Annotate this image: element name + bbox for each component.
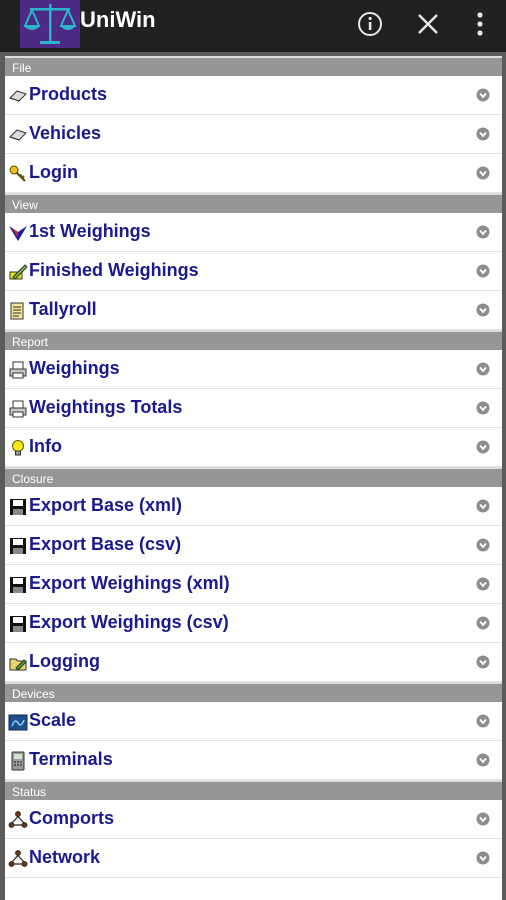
menu-item-export-base-xml[interactable]: Export Base (xml) — [5, 487, 502, 526]
terminal-icon — [8, 751, 28, 771]
more-vert-icon — [477, 12, 483, 36]
chevron-down-icon[interactable] — [476, 714, 490, 728]
network-icon — [8, 849, 28, 869]
chevron-down-icon[interactable] — [476, 264, 490, 278]
floppy-icon — [8, 614, 28, 634]
chevron-down-icon[interactable] — [476, 753, 490, 767]
menu-item-label: Export Weighings (csv) — [29, 612, 229, 632]
close-button[interactable] — [410, 6, 446, 42]
menu-item-info[interactable]: Info — [5, 428, 502, 467]
chevron-down-icon[interactable] — [476, 88, 490, 102]
menu-item-label: Info — [29, 436, 62, 456]
menu-item-label: Export Base (csv) — [29, 534, 182, 554]
menu-item-export-weighings-csv[interactable]: Export Weighings (csv) — [5, 604, 502, 643]
chevron-down-icon[interactable] — [476, 499, 490, 513]
menu-item-label: Login — [29, 162, 78, 182]
floppy-icon — [8, 575, 28, 595]
document-icon — [8, 301, 28, 321]
chevron-down-icon[interactable] — [476, 225, 490, 239]
menu-item-label: Weighings — [29, 358, 120, 378]
app-logo — [20, 0, 80, 48]
menu-item-login[interactable]: Login — [5, 154, 502, 193]
menu-item-weightings-totals[interactable]: Weightings Totals — [5, 389, 502, 428]
chevron-down-icon[interactable] — [476, 538, 490, 552]
menu-item-logging[interactable]: Logging — [5, 643, 502, 682]
floppy-icon — [8, 497, 28, 517]
chevron-down-icon[interactable] — [476, 440, 490, 454]
floppy-icon — [8, 536, 28, 556]
v-arrow-icon — [8, 223, 28, 243]
folder-pencil-icon — [8, 653, 28, 673]
menu-item-label: Terminals — [29, 749, 113, 769]
section-header-devices: Devices — [5, 682, 502, 702]
menu-item-label: Network — [29, 847, 101, 867]
info-icon — [358, 12, 382, 36]
menu-item-label: Export Base (xml) — [29, 495, 183, 515]
printer-icon — [8, 399, 28, 419]
app-bar: UniWin — [0, 0, 506, 52]
menu-item-vehicles[interactable]: Vehicles — [5, 115, 502, 154]
chevron-down-icon[interactable] — [476, 362, 490, 376]
chevron-down-icon[interactable] — [476, 166, 490, 180]
menu-list: File Products Vehicles Login View 1st Weighin… — [5, 56, 502, 900]
menu-item-finished-weighings[interactable]: Finished Weighings — [5, 252, 502, 291]
chevron-down-icon[interactable] — [476, 655, 490, 669]
pencil-icon — [8, 262, 28, 282]
section-header-status: Status — [5, 780, 502, 800]
menu-item-export-weighings-xml[interactable]: Export Weighings (xml) — [5, 565, 502, 604]
menu-item-tallyroll[interactable]: Tallyroll — [5, 291, 502, 330]
chevron-down-icon[interactable] — [476, 303, 490, 317]
menu-item-label: Logging — [29, 651, 100, 671]
section-header-view: View — [5, 193, 502, 213]
section-header-file: File — [5, 56, 502, 76]
more-options-button[interactable] — [462, 6, 498, 42]
menu-item-label: Products — [29, 84, 108, 104]
menu-item-comports[interactable]: Comports — [5, 800, 502, 839]
menu-item-scale[interactable]: Scale — [5, 702, 502, 741]
chevron-down-icon[interactable] — [476, 127, 490, 141]
menu-item-label: Vehicles — [29, 123, 102, 143]
menu-item-label: Finished Weighings — [29, 260, 199, 280]
lightbulb-icon — [8, 438, 28, 458]
menu-item-label: Weightings Totals — [29, 397, 183, 417]
menu-item-label: Tallyroll — [29, 299, 97, 319]
menu-item-export-base-csv[interactable]: Export Base (csv) — [5, 526, 502, 565]
section-header-report: Report — [5, 330, 502, 350]
chevron-down-icon[interactable] — [476, 401, 490, 415]
app-title: UniWin — [80, 7, 156, 32]
chevron-down-icon[interactable] — [476, 577, 490, 591]
menu-item-weighings[interactable]: Weighings — [5, 350, 502, 389]
section-header-closure: Closure — [5, 467, 502, 487]
menu-item-network[interactable]: Network — [5, 839, 502, 878]
menu-item-label: Comports — [29, 808, 114, 828]
chevron-down-icon[interactable] — [476, 812, 490, 826]
menu-item-label: 1st Weighings — [29, 221, 151, 241]
menu-item-products[interactable]: Products — [5, 76, 502, 115]
key-icon — [8, 164, 28, 184]
printer-icon — [8, 360, 28, 380]
eraser-icon — [8, 86, 28, 106]
menu-item-terminals[interactable]: Terminals — [5, 741, 502, 780]
chevron-down-icon[interactable] — [476, 851, 490, 865]
menu-item-label: Export Weighings (xml) — [29, 573, 230, 593]
info-button[interactable] — [352, 6, 388, 42]
menu-item-1st-weighings[interactable]: 1st Weighings — [5, 213, 502, 252]
menu-item-label: Scale — [29, 710, 77, 730]
scale-icon — [8, 712, 28, 732]
eraser-icon — [8, 125, 28, 145]
chevron-down-icon[interactable] — [476, 616, 490, 630]
close-icon — [418, 14, 438, 34]
network-icon — [8, 810, 28, 830]
